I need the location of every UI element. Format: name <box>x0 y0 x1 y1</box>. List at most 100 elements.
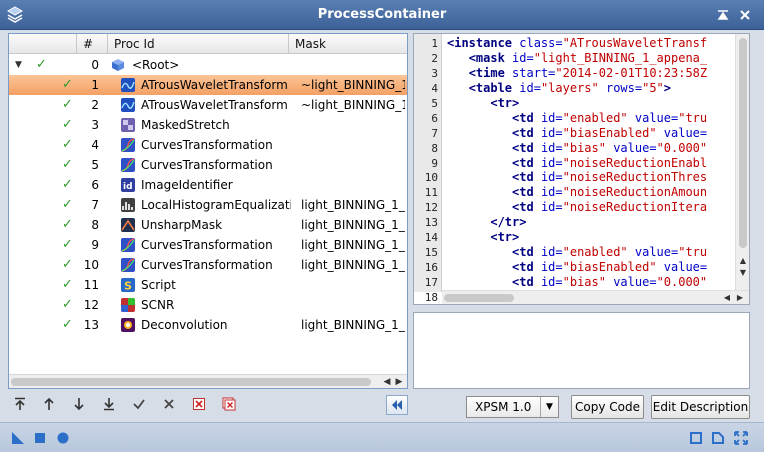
scroll-left-icon[interactable]: ◀ <box>381 375 393 389</box>
tree-row[interactable]: ✓ 13 Deconvolution light_BINNING_1_app <box>9 315 407 335</box>
code-token: rows= <box>605 80 643 95</box>
move-up-icon[interactable] <box>40 397 58 415</box>
code-token: value= <box>663 260 708 275</box>
code-line: 8 <td id="bias" value="0.000" <box>414 141 749 156</box>
process-tree[interactable]: # Proc Id Mask ▼ ✓ 0 <Root> ✓ 1 ATrousWave… <box>8 33 408 389</box>
close-window-icon[interactable] <box>737 7 753 23</box>
header-proc-id[interactable]: Proc Id <box>108 34 289 54</box>
collapse-panel-button[interactable] <box>386 395 408 415</box>
code-token: value= <box>613 140 657 155</box>
code-vertical-scrollbar[interactable]: ▲ ▼ <box>735 34 749 292</box>
header-index[interactable]: # <box>77 34 108 54</box>
code-token: <td <box>512 185 541 200</box>
edit-description-button[interactable]: Edit Description <box>651 395 750 419</box>
code-text: <td id="noiseReductionItera <box>447 200 707 215</box>
move-to-top-icon[interactable] <box>11 397 29 415</box>
check-icon[interactable]: ✓ <box>62 235 73 255</box>
tree-row[interactable]: ✓ 1 ATrousWaveletTransform ~light_BINNING_1… <box>9 75 407 95</box>
scroll-thumb[interactable] <box>444 294 514 302</box>
reset-icon[interactable] <box>734 431 748 445</box>
check-icon[interactable]: ✓ <box>62 115 73 135</box>
copy-code-button[interactable]: Copy Code <box>571 395 644 419</box>
code-horizontal-scrollbar[interactable]: ◀ ▶ <box>442 290 749 304</box>
shade-window-icon[interactable] <box>715 7 731 23</box>
description-view[interactable] <box>413 312 750 389</box>
line-number: 10 <box>424 171 438 185</box>
check-icon[interactable]: ✓ <box>62 275 73 295</box>
code-token: "light_BINNING_1_appena_ <box>533 50 708 65</box>
scroll-right-icon[interactable]: ▶ <box>393 375 405 389</box>
scroll-thumb[interactable] <box>739 38 747 248</box>
scroll-thumb[interactable] <box>11 378 371 386</box>
move-to-bottom-icon[interactable] <box>100 397 118 415</box>
check-icon[interactable]: ✓ <box>62 255 73 275</box>
apply-global-icon[interactable] <box>56 431 70 445</box>
scroll-up-icon[interactable]: ▲ <box>737 256 749 265</box>
delete-icon[interactable] <box>190 397 208 415</box>
check-icon[interactable]: ✓ <box>62 75 73 95</box>
code-token: "layers" <box>540 80 606 95</box>
code-text: <mask id="light_BINNING_1_appena_ <box>447 51 707 66</box>
check-icon[interactable]: ✓ <box>62 195 73 215</box>
tree-row[interactable]: ✓ 5 CurvesTransformation <box>9 155 407 175</box>
code-token: id= <box>540 245 563 260</box>
tree-row[interactable]: ✓ 3 MaskedStretch <box>9 115 407 135</box>
code-token: id= <box>519 80 541 95</box>
code-token: "0.000" <box>656 275 708 289</box>
code-token: "bias" <box>562 140 614 155</box>
disable-icon[interactable] <box>160 397 178 415</box>
scroll-right-icon[interactable]: ▶ <box>734 293 746 302</box>
check-icon[interactable]: ✓ <box>62 295 73 315</box>
line-number: 12 <box>424 201 438 215</box>
scroll-down-icon[interactable]: ▼ <box>737 268 749 277</box>
row-mask: light_BINNING_1_app <box>301 218 405 232</box>
line-number: 3 <box>431 66 438 80</box>
code-token: "noiseReductionAmoun <box>562 185 708 200</box>
tree-row[interactable]: ✓ 8 UnsharpMask light_BINNING_1_app <box>9 215 407 235</box>
tree-row[interactable]: ✓ 10 CurvesTransformation light_BINNING_1_a… <box>9 255 407 275</box>
code-token: "noiseReductionItera <box>562 200 708 215</box>
check-icon[interactable]: ✓ <box>62 135 73 155</box>
line-number: 7 <box>431 126 438 140</box>
new-instance-icon[interactable] <box>11 431 25 445</box>
format-select[interactable]: XPSM 1.0 ▼ <box>466 396 559 418</box>
row-proc-id: UnsharpMask <box>141 218 223 232</box>
tree-row[interactable]: ✓ 6 id ImageIdentifier <box>9 175 407 195</box>
tree-row[interactable]: ✓ 4 CurvesTransformation <box>9 135 407 155</box>
check-icon[interactable]: ✓ <box>62 215 73 235</box>
chevron-down-icon[interactable]: ▼ <box>540 397 558 417</box>
tree-row[interactable]: ✓ 9 CurvesTransformation light_BINNING_1_ap… <box>9 235 407 255</box>
scroll-left-icon[interactable]: ◀ <box>721 293 733 302</box>
code-token: "2014-02-01T10:23:58Z <box>555 65 708 80</box>
check-icon[interactable]: ✓ <box>62 315 73 335</box>
window-title: ProcessContainer <box>317 7 447 22</box>
check-icon[interactable]: ✓ <box>62 155 73 175</box>
header-mask[interactable]: Mask <box>289 34 407 54</box>
tree-root-row[interactable]: ▼ ✓ 0 <Root> <box>9 55 407 75</box>
code-text: <table id="layers" rows="5"> <box>447 81 671 96</box>
tree-row[interactable]: ✓ 2 ATrousWaveletTransform ~light_BINNING_1… <box>9 95 407 115</box>
tree-horizontal-scrollbar[interactable]: ◀ ▶ <box>9 374 407 388</box>
tree-row[interactable]: ✓ 7 LocalHistogramEqualization light_BINNIN… <box>9 195 407 215</box>
code-text: <td id="biasEnabled" value= <box>447 126 707 141</box>
code-token: class= <box>519 36 563 50</box>
enable-icon[interactable] <box>130 397 148 415</box>
edit-instance-icon[interactable] <box>711 431 725 445</box>
expand-arrow-icon[interactable]: ▼ <box>15 55 22 75</box>
check-icon[interactable]: ✓ <box>62 175 73 195</box>
apply-icon[interactable] <box>33 431 47 445</box>
tree-row[interactable]: ✓ 11 S Script <box>9 275 407 295</box>
row-mask <box>301 155 405 175</box>
browse-documentation-icon[interactable] <box>689 431 703 445</box>
code-line: 17 <td id="bias" value="0.000" <box>414 275 749 290</box>
delete-all-icon[interactable] <box>220 397 238 415</box>
row-index: 4 <box>91 138 99 152</box>
tree-row[interactable]: ✓ 12 SCNR <box>9 295 407 315</box>
check-icon[interactable]: ✓ <box>62 95 73 115</box>
code-text: <td id="bias" value="0.000" <box>447 275 707 290</box>
move-down-icon[interactable] <box>70 397 88 415</box>
code-token: <td <box>512 125 541 140</box>
check-icon[interactable]: ✓ <box>36 55 47 75</box>
line-number: 8 <box>431 141 438 155</box>
source-code-view[interactable]: 1 <instance class="ATrousWaveletTransf 2 <… <box>413 33 750 305</box>
